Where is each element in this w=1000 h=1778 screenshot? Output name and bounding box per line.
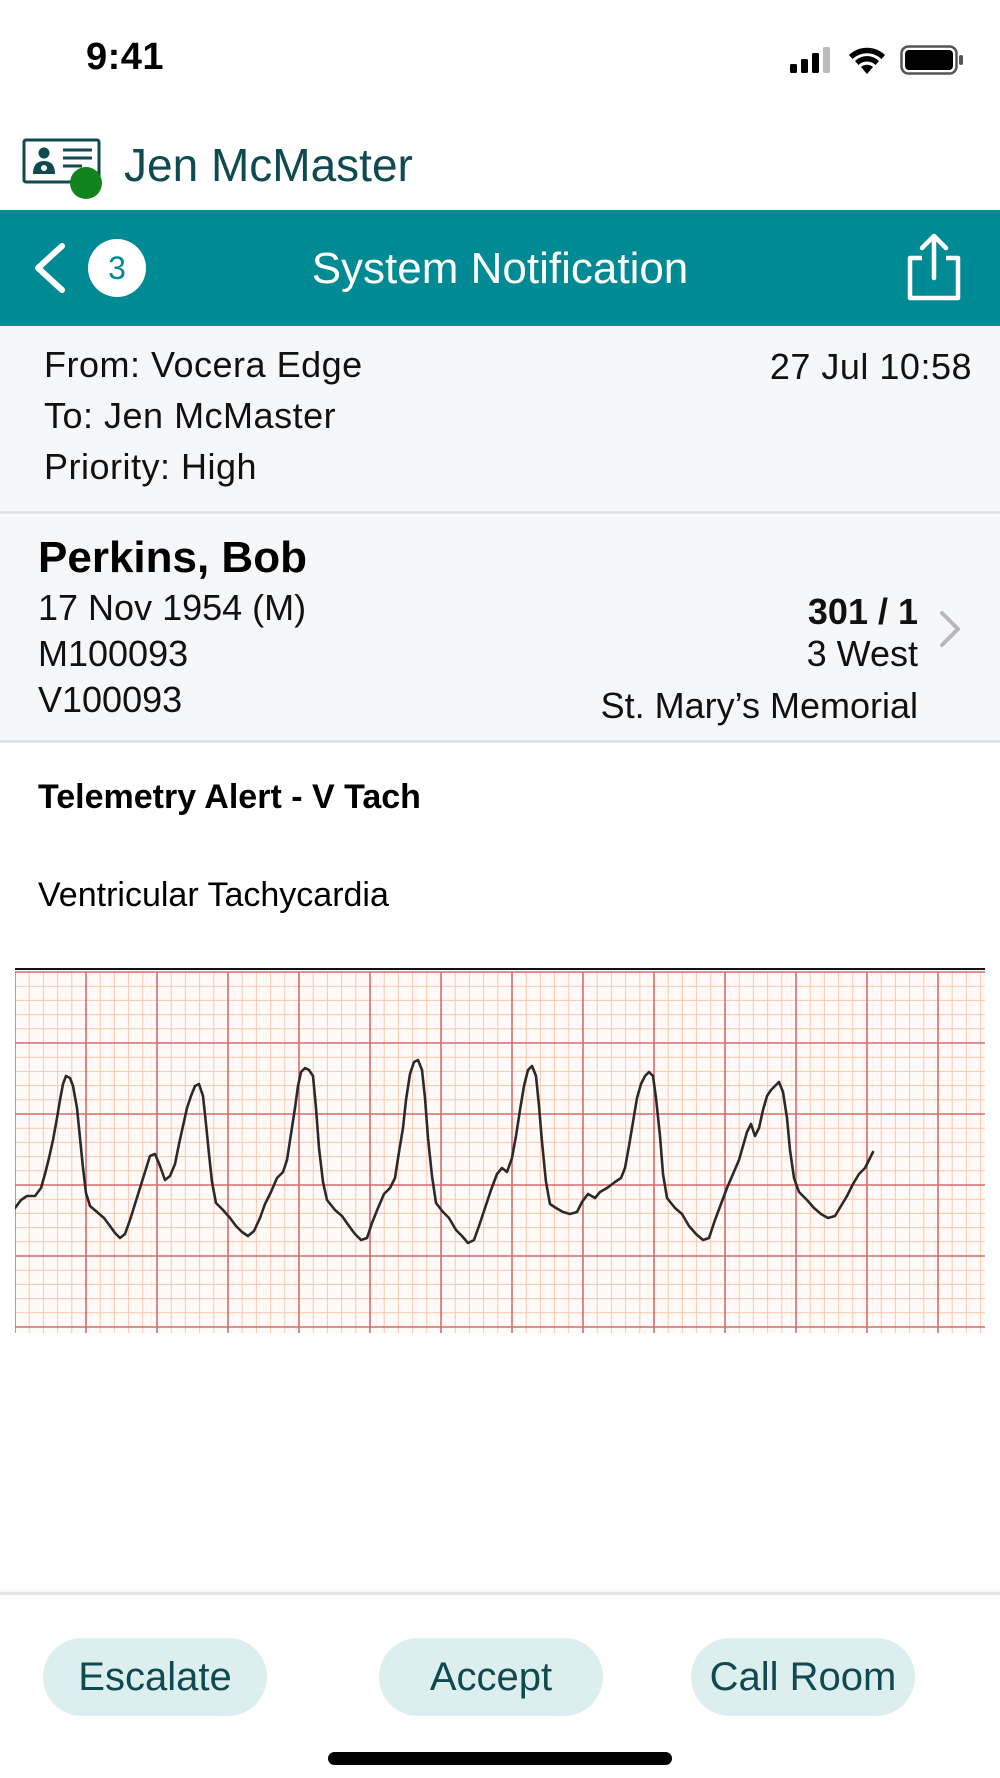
action-bar: Escalate Accept Call Room xyxy=(0,1592,1000,1778)
presence-indicator xyxy=(70,167,102,199)
patient-facility: St. Mary’s Memorial xyxy=(600,685,918,726)
navigation-bar: 3 System Notification xyxy=(0,210,1000,326)
user-name: Jen McMaster xyxy=(124,139,413,191)
message-date: 27 Jul 10:58 xyxy=(769,346,972,387)
status-bar: 9:41 xyxy=(0,0,1000,115)
patient-unit: 3 West xyxy=(806,633,918,674)
chevron-right-icon xyxy=(940,611,960,647)
user-header: Jen McMaster xyxy=(0,120,1000,210)
battery-icon xyxy=(900,45,963,75)
status-time: 9:41 xyxy=(86,36,165,78)
alert-title: Telemetry Alert - V Tach xyxy=(38,778,421,816)
patient-name: Perkins, Bob xyxy=(38,533,307,582)
patient-dob: 17 Nov 1954 (M) xyxy=(38,587,307,628)
patient-visit-id: V100093 xyxy=(38,679,183,720)
message-priority: Priority: High xyxy=(44,446,258,487)
escalate-button[interactable]: Escalate xyxy=(43,1638,267,1716)
ecg-grid xyxy=(15,971,985,1333)
accept-button[interactable]: Accept xyxy=(379,1638,603,1716)
home-indicator[interactable] xyxy=(328,1752,672,1765)
message-to: To: Jen McMaster xyxy=(44,395,337,436)
message-header: From: Vocera Edge To: Jen McMaster Prior… xyxy=(0,326,1000,514)
cellular-signal-icon xyxy=(790,47,830,73)
call-room-button[interactable]: Call Room xyxy=(691,1638,915,1716)
ecg-strip xyxy=(15,968,985,1333)
share-icon[interactable] xyxy=(904,232,964,302)
alert-description: Ventricular Tachycardia xyxy=(38,876,389,914)
patient-mrn: M100093 xyxy=(38,633,189,674)
wifi-icon xyxy=(849,47,885,74)
patient-card[interactable]: Perkins, Bob 17 Nov 1954 (M) M100093 V10… xyxy=(0,517,1000,743)
page-title: System Notification xyxy=(311,244,689,293)
id-card-icon xyxy=(22,138,102,199)
status-icons xyxy=(790,42,964,78)
message-from: From: Vocera Edge xyxy=(44,344,363,385)
patient-room: 301 / 1 xyxy=(807,591,918,632)
